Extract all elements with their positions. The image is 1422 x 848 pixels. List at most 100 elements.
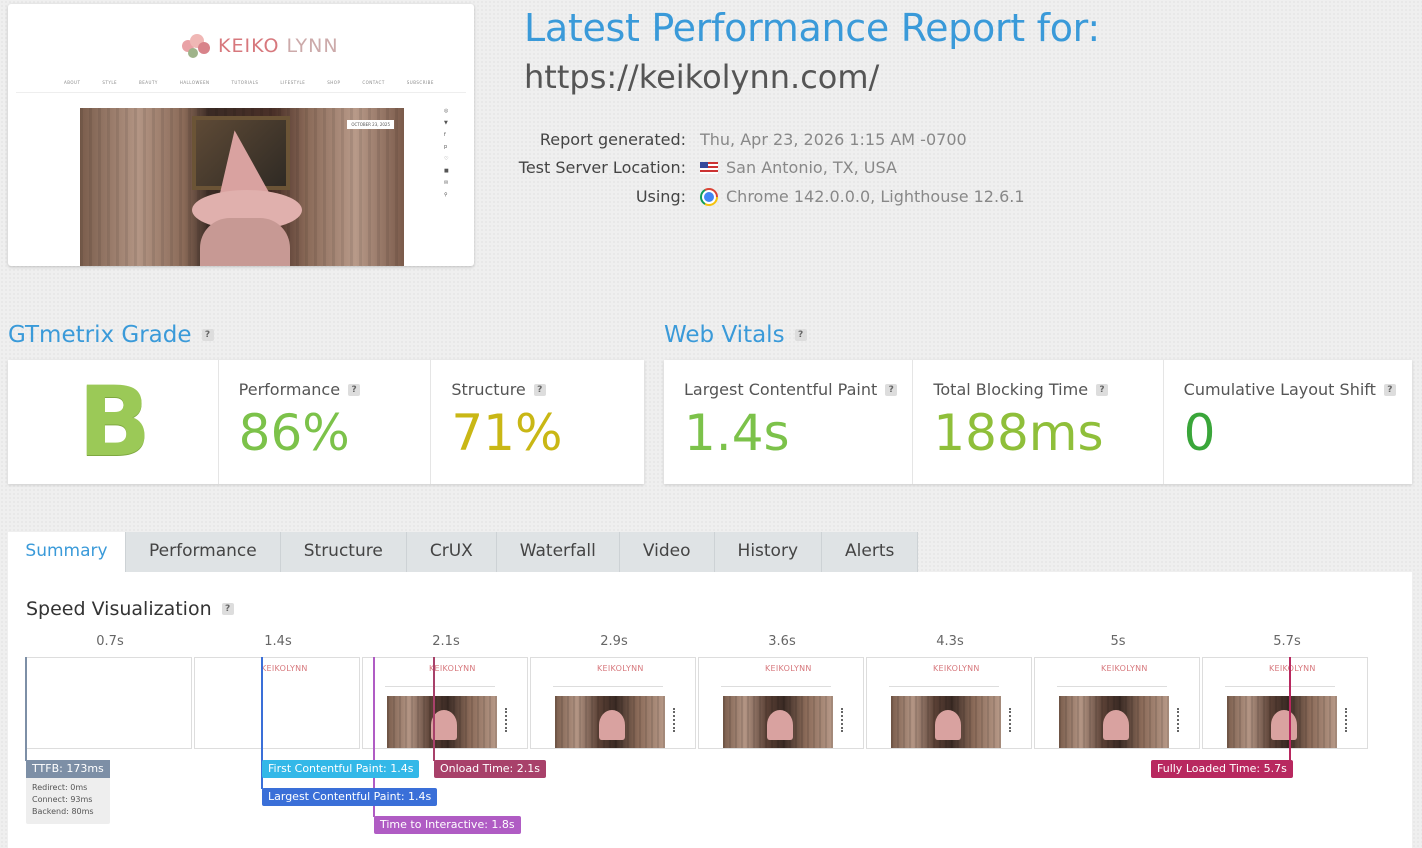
tab-history[interactable]: History — [714, 532, 823, 572]
preview-social-icons: ◎ ▼ f p ♡ ■ ✉ ⚲ — [444, 108, 449, 198]
tbt-label: Total Blocking Time — [933, 380, 1089, 399]
tab-performance[interactable]: Performance — [126, 532, 281, 572]
structure-label: Structure — [451, 380, 526, 399]
report-url[interactable]: https://keikolynn.com/ — [524, 58, 879, 96]
filmstrip-frame[interactable]: KEIKOLYNN — [362, 657, 528, 749]
help-icon[interactable]: ? — [1383, 383, 1396, 396]
preview-menu-item: ABOUT — [64, 80, 81, 85]
help-icon[interactable]: ? — [201, 329, 214, 341]
frame-logo: KEIKOLYNN — [1269, 664, 1316, 673]
frame-photo — [1227, 696, 1337, 748]
preview-menu-item: SUBSCRIBE — [406, 80, 434, 85]
tab-crux[interactable]: CrUX — [406, 532, 497, 572]
using-text: Chrome 142.0.0.0, Lighthouse 12.6.1 — [726, 187, 1025, 206]
tbt-value: 188ms — [933, 404, 1104, 462]
frame-logo: KEIKOLYNN — [765, 664, 812, 673]
lcp-marker-label: Largest Contentful Paint: 1.4s — [262, 788, 438, 806]
ttfb-marker — [25, 657, 27, 761]
preview-logo-text-a: KEIKO — [218, 35, 280, 57]
filmstrip-frame[interactable]: KEIKOLYNN — [1202, 657, 1368, 749]
help-icon[interactable]: ? — [794, 329, 807, 341]
performance-label: Performance — [238, 380, 341, 399]
frame-logo: KEIKOLYNN — [261, 664, 308, 673]
help-icon[interactable]: ? — [885, 383, 898, 396]
connect-time: Connect: 93ms — [32, 795, 93, 804]
mail-icon: ✉ — [444, 180, 449, 186]
preview-divider — [16, 92, 466, 93]
frame-logo: KEIKOLYNN — [597, 664, 644, 673]
filmstrip-frame[interactable]: KEIKOLYNN — [530, 657, 696, 749]
preview-figure — [200, 218, 290, 266]
frame-social-icons — [505, 708, 509, 732]
filmstrip-frame[interactable] — [26, 657, 192, 749]
help-icon[interactable]: ? — [221, 603, 234, 615]
gtmetrix-grade-title: GTmetrix Grade — [8, 322, 192, 348]
report-generated-value: Thu, Apr 23, 2026 1:15 AM -0700 — [700, 130, 967, 149]
frame-photo — [387, 696, 497, 748]
speed-visualization-heading: Speed Visualization ? — [26, 598, 234, 620]
grade-cell: B — [8, 360, 218, 484]
preview-menu-item: HALLOWEEN — [179, 80, 210, 85]
frame-social-icons — [1345, 708, 1349, 732]
tab-video[interactable]: Video — [619, 532, 715, 572]
time-label: 0.7s — [96, 634, 124, 649]
frame-menu — [1225, 686, 1335, 687]
preview-hero-photo: OCTOBER 23, 2025 — [80, 108, 404, 266]
preview-menu-item: LIFESTYLE — [280, 80, 306, 85]
frame-logo: KEIKOLYNN — [429, 664, 476, 673]
ttfb-details: TTFB: 173ms Redirect: 0ms Connect: 93ms … — [26, 760, 110, 824]
frame-menu — [553, 686, 663, 687]
help-icon[interactable]: ? — [1096, 383, 1109, 396]
help-icon[interactable]: ? — [348, 383, 361, 396]
tab-alerts[interactable]: Alerts — [822, 532, 919, 572]
frame-photo — [891, 696, 1001, 748]
preview-logo: KEIKO LYNN — [180, 32, 339, 60]
instagram-icon: ◎ — [444, 108, 449, 114]
help-icon[interactable]: ? — [533, 383, 546, 396]
report-generated-text: Thu, Apr 23, 2026 1:15 AM -0700 — [700, 130, 967, 149]
structure-cell: Structure? 71% — [430, 360, 644, 484]
frame-menu — [385, 686, 495, 687]
heart-icon: ♡ — [444, 156, 449, 162]
cls-value: 0 — [1183, 404, 1216, 462]
frame-photo — [555, 696, 665, 748]
report-generated-label: Report generated: — [539, 130, 686, 149]
filmstrip-frame[interactable]: KEIKOLYNN — [1034, 657, 1200, 749]
time-label: 4.3s — [936, 634, 964, 649]
onload-label: Onload Time: 2.1s — [434, 760, 546, 778]
tab-structure[interactable]: Structure — [280, 532, 407, 572]
time-label: 5.7s — [1273, 634, 1301, 649]
time-label: 2.9s — [600, 634, 628, 649]
frame-logo: KEIKOLYNN — [1101, 664, 1148, 673]
frame-menu — [889, 686, 999, 687]
filmstrip-frame[interactable]: KEIKOLYNN — [194, 657, 360, 749]
youtube-icon: ■ — [444, 168, 449, 174]
frame-photo — [1059, 696, 1169, 748]
tab-summary[interactable]: Summary — [8, 532, 126, 572]
fully-loaded-marker — [1289, 657, 1291, 761]
fully-loaded-label: Fully Loaded Time: 5.7s — [1151, 760, 1293, 778]
us-flag-icon — [700, 161, 718, 174]
onload-marker — [433, 657, 435, 761]
flower-logo-icon — [180, 32, 214, 60]
report-tabs: Summary Performance Structure CrUX Water… — [8, 532, 919, 572]
time-label: 1.4s — [264, 634, 292, 649]
preview-menu-item: TUTORIALS — [231, 80, 259, 85]
filmstrip-frame[interactable]: KEIKOLYNN — [698, 657, 864, 749]
facebook-icon: f — [444, 132, 446, 138]
time-label: 5s — [1110, 634, 1126, 649]
pinterest-icon: p — [444, 144, 448, 150]
frame-social-icons — [1177, 708, 1181, 732]
performance-value: 86% — [238, 404, 350, 462]
ttfb-label: TTFB: 173ms — [26, 760, 110, 778]
server-location-text: San Antonio, TX, USA — [726, 158, 897, 177]
site-preview-thumbnail[interactable]: KEIKO LYNN ABOUT STYLE BEAUTY HALLOWEEN … — [8, 4, 474, 266]
web-vitals-title: Web Vitals — [664, 322, 785, 348]
preview-date: OCTOBER 23, 2025 — [347, 120, 394, 129]
tab-waterfall[interactable]: Waterfall — [496, 532, 620, 572]
redirect-time: Redirect: 0ms — [32, 783, 88, 792]
time-label: 3.6s — [768, 634, 796, 649]
filmstrip-frame[interactable]: KEIKOLYNN — [866, 657, 1032, 749]
preview-menu-item: SHOP — [327, 80, 341, 85]
frame-logo: KEIKOLYNN — [933, 664, 980, 673]
